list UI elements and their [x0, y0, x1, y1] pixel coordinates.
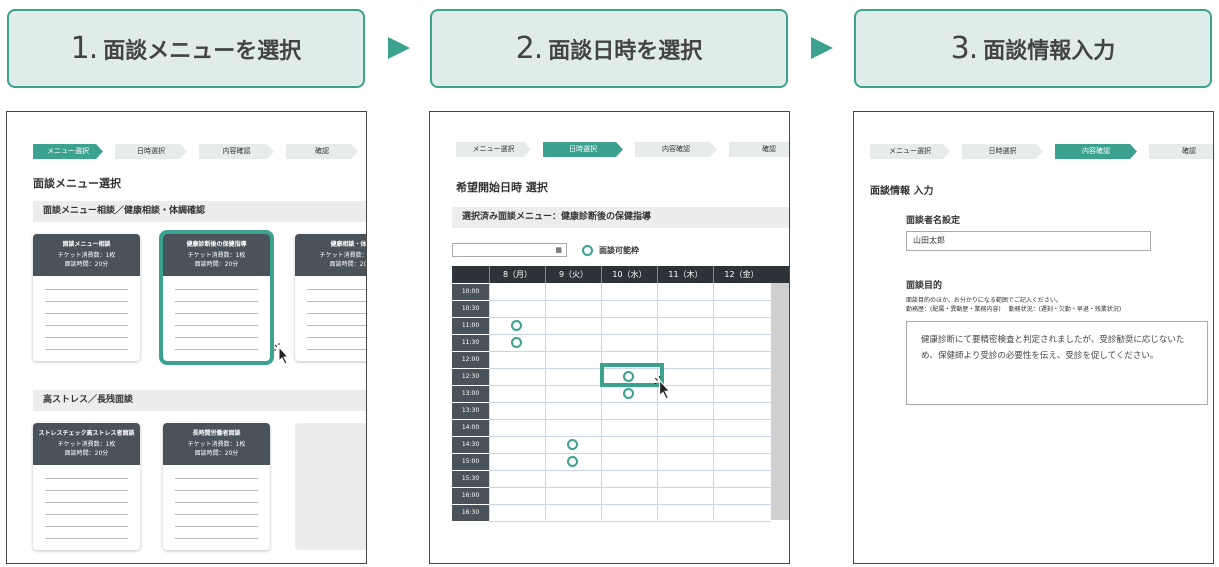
- day-header: 8（月）: [489, 266, 545, 283]
- grid-line: [489, 419, 771, 420]
- cursor-icon: [654, 376, 671, 400]
- available-slot-icon[interactable]: [623, 388, 634, 399]
- step-2: 2. 面談日時を選択: [430, 9, 788, 88]
- crumb-menu: メニュー選択: [33, 144, 103, 159]
- menu-card[interactable]: ストレスチェック高ストレス者面談 チケット消費数：1枚 面談時間：20分: [33, 423, 140, 550]
- day-header: 10（水）: [601, 266, 657, 283]
- available-slot-icon[interactable]: [511, 337, 522, 348]
- menu-card[interactable]: 面談メニュー相談 チケット消費数：1枚 面談時間：20分: [33, 234, 140, 361]
- grid-line: [489, 317, 771, 318]
- time-label: 10:30: [452, 301, 489, 317]
- available-slot-icon[interactable]: [567, 456, 578, 467]
- time-label: 14:30: [452, 437, 489, 453]
- section-heading: 面談メニュー相談／健康相談・体調確認: [33, 201, 366, 222]
- time-label: 15:00: [452, 454, 489, 470]
- grid-line: [601, 283, 602, 520]
- day-header: 9（火）: [545, 266, 601, 283]
- available-slot-icon[interactable]: [567, 439, 578, 450]
- purpose-textarea[interactable]: 健康診断にて要精密検査と判定されましたが、受診勧奨に応じないため、保健師より受診…: [906, 321, 1208, 405]
- breadcrumb: メニュー選択 日時選択 内容確認 確認: [456, 142, 790, 157]
- grid-line: [657, 283, 658, 520]
- date-input[interactable]: ▦: [452, 243, 567, 257]
- menu-card[interactable]: 長時間労働者面談 チケット消費数：1枚 面談時間：20分: [163, 423, 270, 550]
- arrow-icon: [388, 37, 410, 59]
- scrollbar[interactable]: [771, 283, 789, 520]
- cursor-icon: [274, 343, 290, 365]
- day-header: 12（金）: [713, 266, 769, 283]
- name-input[interactable]: 山田太郎: [906, 231, 1151, 251]
- crumb-menu: メニュー選択: [870, 144, 950, 159]
- time-label: 16:30: [452, 505, 489, 521]
- grid-line: [545, 283, 546, 520]
- legend-label: 面談可能枠: [599, 246, 639, 255]
- info-input-screen: メニュー選択 日時選択 内容確認 確認 面談情報 入力 面談者名設定 山田太郎 …: [853, 111, 1214, 564]
- crumb-review: 内容確認: [635, 142, 717, 157]
- step-1: 1. 面談メニューを選択: [7, 9, 365, 88]
- time-label: 13:30: [452, 403, 489, 419]
- available-slot-icon[interactable]: [511, 320, 522, 331]
- grid-line: [489, 334, 771, 335]
- grid-line: [489, 504, 771, 505]
- crumb-datetime: 日時選択: [543, 142, 623, 157]
- time-label: 11:00: [452, 318, 489, 334]
- day-header: 11（木）: [657, 266, 713, 283]
- grid-line: [713, 283, 714, 520]
- page-title: 面談メニュー選択: [33, 177, 121, 190]
- crumb-review: 内容確認: [199, 144, 274, 159]
- crumb-confirm: 確認: [729, 142, 790, 157]
- section-heading: 高ストレス／長残面談: [33, 390, 366, 411]
- crumb-datetime: 日時選択: [962, 144, 1043, 159]
- menu-card-selected[interactable]: 健康診断後の保健指導 チケット消費数：1枚 面談時間：20分: [159, 230, 274, 365]
- grid-line: [489, 402, 771, 403]
- section-title: 面談情報 入力: [870, 186, 934, 197]
- grid-line: [489, 487, 771, 488]
- legend-circle-icon: [582, 245, 593, 256]
- calendar-icon: ▦: [555, 246, 562, 254]
- grid-line: [489, 521, 771, 522]
- time-label: 13:00: [452, 386, 489, 402]
- time-label: 15:30: [452, 471, 489, 487]
- time-label: 16:00: [452, 488, 489, 504]
- selected-menu-bar: 選択済み面談メニュー：健康診断後の保健指導: [452, 207, 789, 228]
- crumb-menu: メニュー選択: [456, 142, 531, 157]
- purpose-label: 面談目的: [906, 281, 943, 291]
- purpose-hint: 勤務歴：(配属・異動歴・業務内容) 勤務状況：(遅刻・欠勤・早退・残業状況): [906, 306, 1122, 313]
- page-title: 希望開始日時 選択: [456, 181, 548, 194]
- menu-card-placeholder: [295, 423, 366, 550]
- crumb-confirm: 確認: [1149, 144, 1214, 159]
- time-label: 12:00: [452, 352, 489, 368]
- purpose-hint: 面談目的のほか、お分かりになる範囲でご記入ください。: [906, 297, 1062, 304]
- crumb-confirm: 確認: [286, 144, 358, 159]
- crumb-review: 内容確認: [1055, 144, 1137, 159]
- time-label: 12:30: [452, 369, 489, 385]
- grid-line: [489, 453, 771, 454]
- time-label: 14:00: [452, 420, 489, 436]
- menu-select-screen: メニュー選択 日時選択 内容確認 確認 面談メニュー選択 面談メニュー相談／健康…: [6, 111, 367, 564]
- crumb-datetime: 日時選択: [115, 144, 187, 159]
- datetime-select-screen: メニュー選択 日時選択 内容確認 確認 希望開始日時 選択 選択済み面談メニュー…: [429, 111, 790, 564]
- time-label: 10:00: [452, 284, 489, 300]
- grid-line: [489, 351, 771, 352]
- step-3: 3. 面談情報入力: [854, 9, 1212, 88]
- arrow-icon: [811, 37, 833, 59]
- name-label: 面談者名設定: [906, 216, 961, 226]
- grid-line: [489, 470, 771, 471]
- grid-line: [489, 436, 771, 437]
- breadcrumb: メニュー選択 日時選択 内容確認 確認: [33, 144, 367, 159]
- breadcrumb: メニュー選択 日時選択 内容確認 確認: [870, 144, 1214, 159]
- grid-line: [489, 300, 771, 301]
- menu-card[interactable]: 健康相談・体チケット消費数：1枚面談時間：20: [295, 234, 366, 361]
- time-label: 11:30: [452, 335, 489, 351]
